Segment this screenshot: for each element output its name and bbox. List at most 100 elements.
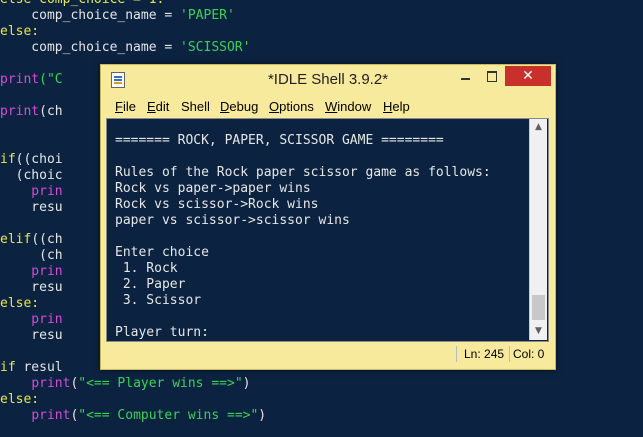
code-token: ((choi [15, 152, 63, 167]
close-button[interactable]: ✕ [505, 66, 551, 86]
menu-accelerator: O [269, 99, 280, 114]
code-line: else: [0, 296, 39, 312]
menu-accelerator: D [220, 99, 230, 114]
status-bar: Ln: 245 Col: 0 [106, 344, 547, 364]
code-token: 'SCISSOR' [180, 40, 251, 55]
code-line: prin [0, 184, 63, 200]
code-token: resu [0, 328, 63, 343]
code-line: elif((ch [0, 232, 63, 248]
shell-output-line: paper vs scissor->scissor wins [115, 213, 350, 228]
code-token: prin [0, 184, 63, 199]
code-token: "<== Player wins ==>" [78, 376, 243, 391]
menu-debug[interactable]: Debug [220, 99, 258, 114]
code-token: resu [0, 200, 63, 215]
minimize-button[interactable] [453, 66, 479, 86]
code-line: comp_choice_name = 'SCISSOR' [0, 40, 250, 56]
code-token: ) [258, 408, 267, 423]
code-line: else: [0, 24, 39, 40]
code-token: prin [0, 264, 63, 279]
code-line: resu [0, 200, 63, 216]
scroll-up-arrow-icon[interactable]: ▲ [530, 119, 547, 136]
shell-output-line: Rock vs scissor->Rock wins [115, 197, 319, 212]
code-line: print("<== Player wins ==>") [0, 376, 250, 392]
shell-output-area[interactable]: ======= ROCK, PAPER, SCISSOR GAME ======… [106, 118, 549, 342]
code-line: print(ch [0, 104, 63, 120]
menu-label: ebug [229, 99, 259, 114]
status-separator [456, 346, 457, 362]
code-token: prin [0, 312, 63, 327]
code-line: prin [0, 312, 63, 328]
status-separator [509, 346, 510, 362]
menu-help[interactable]: Help [383, 99, 410, 114]
code-token: ("C [39, 72, 63, 87]
code-token: ((ch [31, 232, 63, 247]
menu-label: indow [337, 99, 372, 114]
vertical-scrollbar[interactable]: ▲ ▼ [529, 119, 547, 340]
menu-accelerator: H [383, 99, 393, 114]
menu-label: Shell [181, 99, 210, 114]
shell-output-line: Enter choice [115, 245, 209, 260]
column-number-status: Col: 0 [513, 347, 545, 361]
shell-output-line: ======= ROCK, PAPER, SCISSOR GAME ======… [115, 133, 444, 148]
code-line: print("<== Computer wins ==>") [0, 408, 266, 424]
code-token: print [31, 408, 71, 423]
code-line: (choic [0, 168, 63, 184]
code-token: "<== Computer wins ==>" [78, 408, 259, 423]
title-bar[interactable]: *IDLE Shell 3.9.2* ✕ [101, 65, 555, 95]
code-line: resu [0, 280, 63, 296]
code-token: resul [15, 360, 63, 375]
code-token: (choic [0, 168, 63, 183]
code-token: else comp_choice = 1: [0, 0, 164, 7]
code-line: else comp_choice = 1: [0, 0, 164, 8]
code-token: print [0, 72, 40, 87]
code-token: print [31, 376, 71, 391]
menu-edit[interactable]: Edit [147, 99, 169, 114]
menu-label: ile [122, 99, 136, 114]
code-token: resu [0, 280, 63, 295]
shell-output-line: 1. Rock [115, 261, 178, 276]
shell-output-line: Rules of the Rock paper scissor game as … [115, 165, 491, 180]
code-token: 'PAPER' [180, 8, 235, 23]
code-token: print [0, 104, 40, 119]
code-token: else: [0, 296, 40, 311]
code-line: comp_choice_name = 'PAPER' [0, 8, 235, 24]
code-line: (ch [0, 248, 63, 264]
code-token: comp_choice_name = [0, 40, 181, 55]
code-token: (ch [0, 248, 63, 263]
menu-bar: File Edit Shell Debug Options Window Help [107, 97, 549, 117]
menu-file[interactable]: File [115, 99, 136, 114]
code-token: elif [0, 232, 32, 247]
code-line: resu [0, 328, 63, 344]
idle-shell-window[interactable]: *IDLE Shell 3.9.2* ✕ File Edit Shell Debug O… [100, 64, 556, 370]
code-token: (ch [39, 104, 63, 119]
scroll-down-arrow-icon[interactable]: ▼ [530, 323, 547, 340]
code-line: prin [0, 264, 63, 280]
line-number-status: Ln: 245 [464, 347, 505, 361]
menu-window[interactable]: Window [325, 99, 371, 114]
menu-accelerator: F [115, 99, 123, 114]
code-token: comp_choice_name = [0, 8, 181, 23]
code-line: if resul [0, 360, 63, 376]
menu-accelerator: W [325, 99, 338, 114]
shell-output-line: Rock vs paper->paper wins [115, 181, 311, 196]
code-line: if((choi [0, 152, 63, 168]
maximize-button[interactable] [479, 66, 505, 86]
scroll-thumb[interactable] [532, 295, 545, 320]
code-token: if [0, 360, 16, 375]
menu-label: dit [155, 99, 170, 114]
code-line: print("C [0, 72, 63, 88]
menu-accelerator: E [147, 99, 156, 114]
code-token: else: [0, 392, 40, 407]
shell-output-line: Player turn: [115, 325, 209, 340]
shell-output-line: 3. Scissor [115, 293, 202, 308]
menu-label: ptions [279, 99, 314, 114]
code-token: if [0, 152, 16, 167]
shell-output-line: 2. Paper [115, 277, 186, 292]
menu-shell[interactable]: Shell [181, 99, 210, 114]
menu-options[interactable]: Options [269, 99, 314, 114]
code-token: ) [242, 376, 251, 391]
menu-label: elp [392, 99, 410, 114]
code-line: else: [0, 392, 39, 408]
